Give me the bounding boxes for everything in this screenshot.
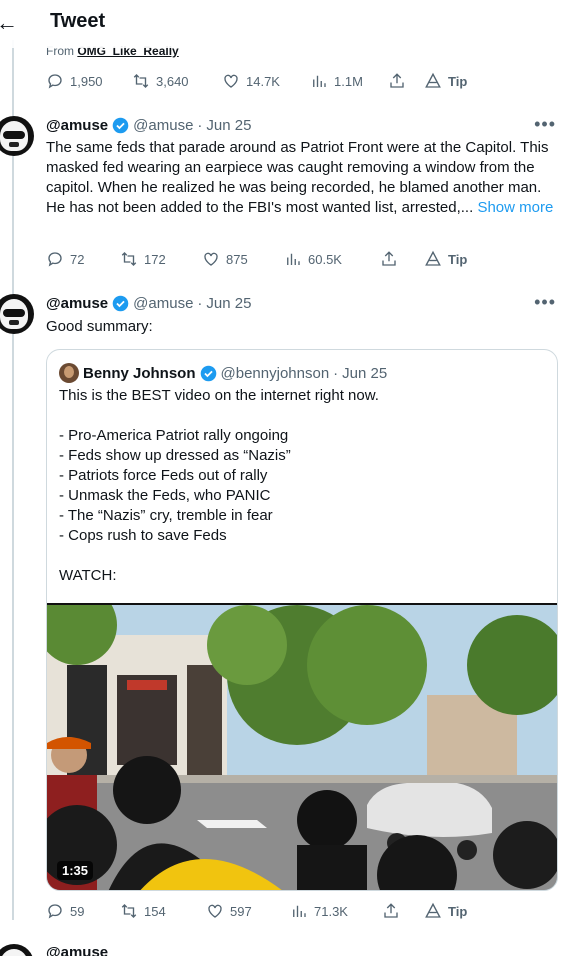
views-chart-icon <box>287 253 300 265</box>
quote-line: - The “Nazis” cry, tremble in fear <box>59 507 273 524</box>
tip-label: Tip <box>448 73 468 89</box>
like-count: 14.7K <box>246 73 280 89</box>
share-icon <box>382 251 396 266</box>
video-duration: 1:35 <box>57 861 94 880</box>
retweet-icon <box>133 74 149 88</box>
back-arrow-icon[interactable]: ← <box>0 10 18 36</box>
user-handle[interactable]: @amuse <box>133 117 193 134</box>
tweet-header: @amuse @amuse · Jun 25 <box>46 295 251 312</box>
quote-date[interactable]: Jun 25 <box>342 365 387 382</box>
retweet-icon <box>121 904 137 918</box>
reply-count: 1,950 <box>70 73 103 89</box>
video-player[interactable]: 1:35 <box>47 603 557 890</box>
reply-button[interactable]: 72 <box>46 250 84 268</box>
tip-icon <box>425 902 441 918</box>
quote-line: - Unmask the Feds, who PANIC <box>59 487 271 504</box>
reply-icon <box>48 904 62 919</box>
tweet-text: The same feds that parade around as Patr… <box>46 138 562 218</box>
display-name[interactable]: @amuse <box>46 295 108 312</box>
reply-icon <box>48 252 62 267</box>
like-button[interactable]: 875 <box>202 250 248 268</box>
more-options-icon[interactable]: ••• <box>534 114 556 135</box>
reply-button[interactable]: 1,950 <box>46 72 103 90</box>
tweet-text: Good summary: <box>46 318 153 335</box>
retweet-button[interactable]: 3,640 <box>132 72 189 90</box>
heart-icon <box>208 904 222 918</box>
reply-icon <box>48 74 62 89</box>
quote-line: This is the BEST video on the internet r… <box>59 387 379 404</box>
heart-icon <box>224 74 238 88</box>
share-icon <box>390 73 404 88</box>
avatar[interactable] <box>0 294 34 334</box>
display-name[interactable]: @amuse <box>46 117 108 134</box>
quote-line: - Feds show up dressed as “Nazis” <box>59 447 291 464</box>
like-button[interactable]: 14.7K <box>222 72 280 90</box>
page-title: Tweet <box>50 10 106 32</box>
verified-badge-icon <box>112 295 129 312</box>
quote-handle[interactable]: @bennyjohnson <box>221 365 330 382</box>
reply-count: 59 <box>70 903 85 919</box>
share-button[interactable] <box>380 250 398 268</box>
retweet-count: 172 <box>144 251 166 267</box>
quote-line: WATCH: <box>59 567 117 584</box>
video-thumbnail <box>47 605 557 890</box>
page-header: ← Tweet <box>0 0 576 48</box>
tip-button[interactable]: Tip <box>424 72 467 90</box>
tweet-date[interactable]: Jun 25 <box>206 117 251 134</box>
quote-line: - Patriots force Feds out of rally <box>59 467 268 484</box>
tip-label: Tip <box>448 251 468 267</box>
next-tweet-name[interactable]: @amuse <box>46 944 108 956</box>
tip-icon <box>425 72 441 88</box>
tip-icon <box>425 250 441 266</box>
like-count: 875 <box>226 251 248 267</box>
retweet-button[interactable]: 172 <box>120 250 166 268</box>
tweet-header: @amuse @amuse · Jun 25 <box>46 117 251 134</box>
views-count: 60.5K <box>308 251 342 267</box>
quote-avatar[interactable] <box>59 363 79 383</box>
retweet-button[interactable]: 154 <box>120 902 166 920</box>
user-handle[interactable]: @amuse <box>133 295 193 312</box>
quote-line: - Cops rush to save Feds <box>59 527 227 544</box>
views-button[interactable]: 1.1M <box>310 72 363 90</box>
dot-separator: · <box>197 295 203 312</box>
tweet-body: The same feds that parade around as Patr… <box>46 139 549 216</box>
views-chart-icon <box>313 75 326 87</box>
retweet-icon <box>121 252 137 266</box>
avatar[interactable] <box>0 116 34 156</box>
views-chart-icon <box>293 905 306 917</box>
quote-header: Benny Johnson @bennyjohnson · Jun 25 <box>59 363 387 383</box>
like-count: 597 <box>230 903 252 919</box>
share-button[interactable] <box>388 72 406 90</box>
retweet-count: 3,640 <box>156 73 189 89</box>
views-button[interactable]: 60.5K <box>284 250 342 268</box>
thread-line <box>12 40 14 920</box>
share-icon <box>384 903 398 918</box>
avatar[interactable] <box>0 944 34 956</box>
tip-label: Tip <box>448 903 468 919</box>
verified-badge-icon <box>112 117 129 134</box>
views-count: 1.1M <box>334 73 363 89</box>
show-more-link[interactable]: Show more <box>477 199 553 216</box>
like-button[interactable]: 597 <box>206 902 252 920</box>
dot-separator: · <box>197 117 203 134</box>
quote-line: - Pro-America Patriot rally ongoing <box>59 427 289 444</box>
views-count: 71.3K <box>314 903 348 919</box>
heart-icon <box>204 252 218 266</box>
quote-display-name[interactable]: Benny Johnson <box>83 365 196 382</box>
verified-badge-icon <box>200 365 216 381</box>
quote-tweet-card[interactable]: Benny Johnson @bennyjohnson · Jun 25 Thi… <box>46 349 558 891</box>
reply-button[interactable]: 59 <box>46 902 84 920</box>
quote-line <box>59 546 547 566</box>
more-options-icon[interactable]: ••• <box>534 292 556 313</box>
reply-count: 72 <box>70 251 85 267</box>
quote-line <box>59 406 547 426</box>
tweet-date[interactable]: Jun 25 <box>206 295 251 312</box>
quote-text: This is the BEST video on the internet r… <box>59 386 547 586</box>
share-button[interactable] <box>382 902 400 920</box>
dot-separator: · <box>333 364 339 382</box>
tip-button[interactable]: Tip <box>424 250 467 268</box>
tip-button[interactable]: Tip <box>424 902 467 920</box>
retweet-count: 154 <box>144 903 166 919</box>
views-button[interactable]: 71.3K <box>290 902 348 920</box>
